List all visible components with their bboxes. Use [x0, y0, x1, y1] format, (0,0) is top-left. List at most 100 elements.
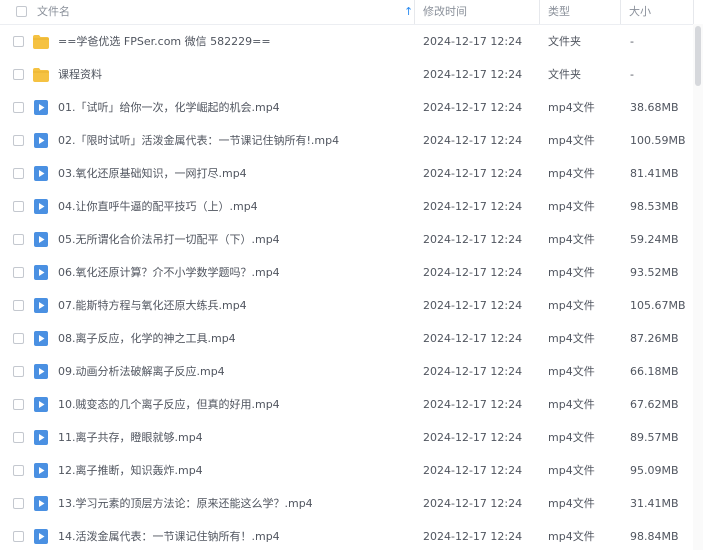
file-type: mp4文件: [548, 431, 595, 444]
modified-time: 2024-12-17 12:24: [423, 68, 523, 81]
modified-time: 2024-12-17 12:24: [423, 332, 523, 345]
row-checkbox[interactable]: [13, 267, 24, 278]
size-column-header[interactable]: 大小: [629, 0, 651, 24]
file-row[interactable]: 01.「试听」给你一次，化学崛起的机会.mp4 2024-12-17 12:24 m…: [0, 91, 703, 124]
file-type: mp4文件: [548, 464, 595, 477]
modified-time: 2024-12-17 12:24: [423, 530, 523, 543]
row-checkbox[interactable]: [13, 69, 24, 80]
file-size: 100.59MB: [630, 134, 686, 147]
row-checkbox[interactable]: [13, 300, 24, 311]
file-type: mp4文件: [548, 200, 595, 213]
file-type: 文件夹: [548, 68, 581, 81]
modified-time: 2024-12-17 12:24: [423, 134, 523, 147]
file-row[interactable]: 课程资料 2024-12-17 12:24 文件夹 -: [0, 58, 703, 91]
file-row[interactable]: 10.贼变态的几个离子反应，但真的好用.mp4 2024-12-17 12:24 m…: [0, 388, 703, 421]
file-row[interactable]: 03.氧化还原基础知识，一网打尽.mp4 2024-12-17 12:24 mp4文…: [0, 157, 703, 190]
file-row[interactable]: ==学爸优选 FPSer.com 微信 582229== 2024-12-17 1…: [0, 25, 703, 58]
select-all-checkbox[interactable]: [16, 6, 27, 17]
column-divider[interactable]: [414, 0, 415, 24]
file-name: 08.离子反应，化学的神之工具.mp4: [58, 332, 236, 345]
file-size: -: [630, 35, 634, 48]
modified-time: 2024-12-17 12:24: [423, 101, 523, 114]
video-file-icon: [34, 100, 50, 115]
file-size: 98.53MB: [630, 200, 679, 213]
time-column-header[interactable]: 修改时间: [423, 0, 467, 24]
row-checkbox[interactable]: [13, 432, 24, 443]
file-type: mp4文件: [548, 233, 595, 246]
file-row[interactable]: 12.离子推断，知识轰炸.mp4 2024-12-17 12:24 mp4文件 95.…: [0, 454, 703, 487]
row-checkbox[interactable]: [13, 36, 24, 47]
file-row[interactable]: 02.「限时试听」活泼金属代表：一节课记住钠所有!.mp4 2024-12-17 …: [0, 124, 703, 157]
file-name: 02.「限时试听」活泼金属代表：一节课记住钠所有!.mp4: [58, 134, 340, 147]
modified-time: 2024-12-17 12:24: [423, 200, 523, 213]
column-divider[interactable]: [539, 0, 540, 24]
scrollbar-track[interactable]: [693, 24, 703, 550]
file-name: 13.学习元素的顶层方法论：原来还能这么学？.mp4: [58, 497, 313, 510]
video-file-icon: [34, 529, 50, 544]
video-file-icon: [34, 496, 50, 511]
folder-icon: [33, 34, 49, 49]
file-name: 03.氧化还原基础知识，一网打尽.mp4: [58, 167, 247, 180]
file-row[interactable]: 07.能斯特方程与氧化还原大练兵.mp4 2024-12-17 12:24 mp4文…: [0, 289, 703, 322]
row-checkbox[interactable]: [13, 234, 24, 245]
file-name: 14.活泼金属代表：一节课记住钠所有！.mp4: [58, 530, 280, 543]
file-name: 06.氧化还原计算？介不小学数学题吗？.mp4: [58, 266, 280, 279]
video-file-icon: [34, 265, 50, 280]
file-row[interactable]: 08.离子反应，化学的神之工具.mp4 2024-12-17 12:24 mp4文件…: [0, 322, 703, 355]
file-row[interactable]: 05.无所谓化合价法吊打一切配平（下）.mp4 2024-12-17 12:24 m…: [0, 223, 703, 256]
modified-time: 2024-12-17 12:24: [423, 431, 523, 444]
file-type: mp4文件: [548, 101, 595, 114]
column-divider[interactable]: [693, 0, 694, 24]
file-type: mp4文件: [548, 266, 595, 279]
row-checkbox[interactable]: [13, 498, 24, 509]
video-file-icon: [34, 331, 50, 346]
modified-time: 2024-12-17 12:24: [423, 464, 523, 477]
row-checkbox[interactable]: [13, 102, 24, 113]
video-file-icon: [34, 298, 50, 313]
row-checkbox[interactable]: [13, 201, 24, 212]
type-column-header[interactable]: 类型: [548, 0, 570, 24]
modified-time: 2024-12-17 12:24: [423, 365, 523, 378]
row-checkbox[interactable]: [13, 168, 24, 179]
file-type: mp4文件: [548, 332, 595, 345]
video-file-icon: [34, 232, 50, 247]
video-file-icon: [34, 199, 50, 214]
file-name: 04.让你直呼牛逼的配平技巧（上）.mp4: [58, 200, 258, 213]
file-row[interactable]: 14.活泼金属代表：一节课记住钠所有！.mp4 2024-12-17 12:24 m…: [0, 520, 703, 553]
arrow-up-icon[interactable]: ↑: [404, 0, 413, 24]
video-file-icon: [34, 430, 50, 445]
modified-time: 2024-12-17 12:24: [423, 35, 523, 48]
file-size: 66.18MB: [630, 365, 679, 378]
file-size: 67.62MB: [630, 398, 679, 411]
file-type: mp4文件: [548, 497, 595, 510]
file-name: 11.离子共存，瞪眼就够.mp4: [58, 431, 203, 444]
row-checkbox[interactable]: [13, 531, 24, 542]
file-row[interactable]: 04.让你直呼牛逼的配平技巧（上）.mp4 2024-12-17 12:24 mp4…: [0, 190, 703, 223]
row-checkbox[interactable]: [13, 333, 24, 344]
file-row[interactable]: 06.氧化还原计算？介不小学数学题吗？.mp4 2024-12-17 12:24 m…: [0, 256, 703, 289]
row-checkbox[interactable]: [13, 135, 24, 146]
file-name: 12.离子推断，知识轰炸.mp4: [58, 464, 203, 477]
file-row[interactable]: 13.学习元素的顶层方法论：原来还能这么学？.mp4 2024-12-17 12:…: [0, 487, 703, 520]
file-type: mp4文件: [548, 398, 595, 411]
file-size: 105.67MB: [630, 299, 686, 312]
file-row[interactable]: 09.动画分析法破解离子反应.mp4 2024-12-17 12:24 mp4文件 6…: [0, 355, 703, 388]
modified-time: 2024-12-17 12:24: [423, 266, 523, 279]
name-column-header[interactable]: 文件名: [37, 0, 70, 24]
column-divider[interactable]: [620, 0, 621, 24]
file-type: mp4文件: [548, 365, 595, 378]
file-name: 课程资料: [58, 68, 102, 81]
row-checkbox[interactable]: [13, 399, 24, 410]
scrollbar-thumb[interactable]: [695, 26, 701, 86]
video-file-icon: [34, 463, 50, 478]
row-checkbox[interactable]: [13, 465, 24, 476]
file-name: 10.贼变态的几个离子反应，但真的好用.mp4: [58, 398, 280, 411]
file-name: 05.无所谓化合价法吊打一切配平（下）.mp4: [58, 233, 280, 246]
file-size: 38.68MB: [630, 101, 679, 114]
row-checkbox[interactable]: [13, 366, 24, 377]
file-size: 98.84MB: [630, 530, 679, 543]
file-name: ==学爸优选 FPSer.com 微信 582229==: [58, 35, 271, 48]
file-type: mp4文件: [548, 299, 595, 312]
file-row[interactable]: 11.离子共存，瞪眼就够.mp4 2024-12-17 12:24 mp4文件 89.…: [0, 421, 703, 454]
modified-time: 2024-12-17 12:24: [423, 398, 523, 411]
